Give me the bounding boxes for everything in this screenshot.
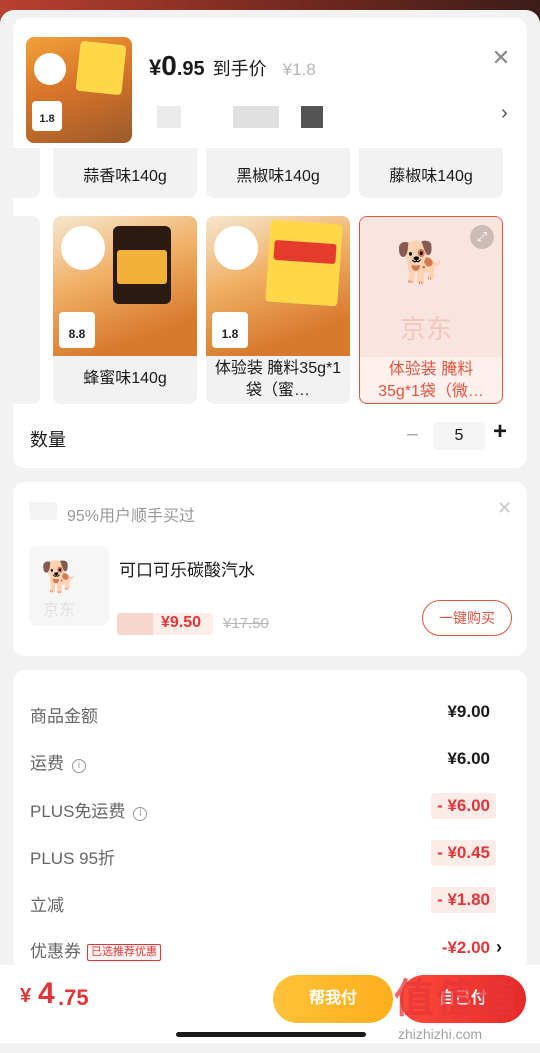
variant-image: 1.8 (206, 216, 350, 356)
final-price-label: 到手价 (212, 59, 267, 79)
summary-row: PLUS免运费 i - ¥6.00 (30, 793, 510, 823)
product-card: 蒜香味140g 黑椒味140g 藤椒味140g 1.8 ¥ 0 .95 到手价 … (13, 18, 527, 468)
summary-label: 运费 i (30, 749, 86, 774)
chevron-right-icon[interactable]: › (501, 102, 508, 125)
mascot-image (61, 226, 105, 270)
pay-myself-button[interactable]: 自己付 (400, 975, 526, 1023)
thumb-price-tag: 1.8 (32, 101, 62, 131)
variant-label: 体验装 腌料35g*1袋（蜜… (214, 360, 342, 399)
variant-tile-trial-honey[interactable]: 1.8 体验装 腌料35g*1袋（蜜… (206, 216, 350, 404)
expand-icon[interactable]: ⤢ (470, 225, 494, 249)
quantity-plus-button[interactable]: + (493, 418, 507, 446)
jd-dog-logo-icon: 🐕 (41, 561, 79, 594)
product-package (75, 40, 127, 96)
total-integer: 4 (38, 977, 55, 1010)
variant-label: 藤椒味140g (389, 168, 473, 185)
summary-row: PLUS 95折 - ¥0.45 (30, 840, 510, 870)
variant-tile-partial[interactable] (13, 216, 40, 404)
variant-label: 体验装 腌料35g*1袋（微… (378, 361, 484, 400)
blurred-block (233, 106, 279, 128)
upsell-item-name[interactable]: 可口可乐碳酸汽水 (119, 556, 255, 581)
variant-label: 黑椒味140g (236, 168, 320, 185)
price-summary-card: 商品金额 ¥9.00 运费 i ¥6.00 PLUS免运费 i - ¥6.00 PL… (13, 670, 527, 970)
summary-discount-value: - ¥0.45 (431, 840, 496, 866)
price-decimal: .95 (176, 58, 205, 80)
upsell-card: 95%用户顺手买过 ✕ 🐕 京东 可口可乐碳酸汽水 ¥9.50 ¥17.50 一… (13, 482, 527, 656)
variant-label: 蒜香味140g (83, 168, 167, 185)
info-icon[interactable]: i (72, 759, 86, 773)
close-icon[interactable]: ✕ (497, 498, 512, 519)
info-icon[interactable]: i (133, 807, 148, 821)
total-decimal: .75 (58, 985, 89, 1010)
quantity-minus-button[interactable]: − (406, 422, 419, 448)
variant-label: 蜂蜜味140g (83, 370, 167, 387)
price-integer: 0 (161, 50, 177, 81)
upsell-tag-blurred (29, 502, 57, 520)
home-indicator (176, 1032, 366, 1037)
variant-tile-trial-mild[interactable]: 🐕 京东 ⤢ 体验装 腌料35g*1袋（微… (359, 216, 503, 404)
close-icon[interactable]: ✕ (489, 46, 513, 70)
purchase-sheet: 蒜香味140g 黑椒味140g 藤椒味140g 1.8 ¥ 0 .95 到手价 … (0, 10, 540, 1053)
summary-label: 商品金额 (30, 707, 98, 726)
upsell-original-price: ¥17.50 (223, 615, 269, 632)
blurred-block (117, 613, 153, 635)
summary-row: 立减 - ¥1.80 (30, 887, 510, 917)
price-row: ¥ 0 .95 到手价 ¥1.8 (149, 50, 316, 82)
coupon-value: -¥2.00 › (442, 937, 502, 958)
coupon-badge: 已选推荐优惠 (87, 944, 161, 961)
summary-label: 立减 (30, 896, 64, 915)
upsell-thumb-text: 京东 (43, 602, 76, 619)
upsell-price: ¥9.50 (161, 614, 202, 631)
price-currency: ¥ (149, 55, 162, 80)
quantity-input[interactable]: 5 (433, 422, 485, 450)
coupon-row[interactable]: 优惠券 已选推荐优惠 -¥2.00 › (30, 937, 510, 963)
price-badge: 8.8 (59, 312, 95, 348)
blurred-block (301, 106, 323, 128)
product-header: 1.8 ¥ 0 .95 到手价 ¥1.8 ✕ › (13, 18, 527, 148)
variant-tile-honey[interactable]: 8.8 蜂蜜味140g (53, 216, 197, 404)
price-badge: 1.8 (212, 312, 248, 348)
summary-label: 优惠券 已选推荐优惠 (30, 937, 161, 962)
summary-value: ¥9.00 (447, 702, 490, 721)
mascot-image (214, 226, 258, 270)
summary-row: 运费 i ¥6.00 (30, 749, 510, 775)
summary-discount-value: - ¥1.80 (431, 887, 496, 913)
upsell-price-box: ¥9.50 (117, 613, 213, 635)
summary-row: 商品金额 ¥9.00 (30, 702, 510, 728)
blurred-block (157, 106, 181, 128)
summary-label: PLUS免运费 i (30, 797, 148, 822)
summary-value: ¥6.00 (447, 749, 490, 768)
variant-image-placeholder: 🐕 京东 ⤢ (360, 217, 502, 357)
original-price: ¥1.8 (282, 60, 316, 79)
upsell-title: 95%用户顺手买过 (67, 508, 196, 525)
total-currency: ¥ (20, 985, 32, 1007)
one-click-buy-button[interactable]: 一键购买 (422, 600, 512, 636)
upsell-thumbnail[interactable]: 🐕 京东 (29, 546, 109, 626)
shipping-label: 运费 (30, 754, 64, 773)
placeholder-logo-text: 京东 (400, 314, 453, 344)
coupon-label: 优惠券 (30, 942, 81, 961)
package-label (273, 239, 337, 265)
variant-image: 8.8 (53, 216, 197, 356)
help-me-pay-button[interactable]: 帮我付 (273, 975, 393, 1023)
jar-label (117, 250, 167, 284)
selected-spec-blurred (153, 106, 353, 130)
quantity-label: 数量 (30, 430, 66, 450)
product-thumbnail: 1.8 (26, 37, 132, 143)
mascot-image (34, 53, 66, 85)
summary-discount-value: - ¥6.00 (431, 793, 496, 819)
jd-dog-logo-icon: 🐕 (396, 241, 446, 285)
coupon-amount: -¥2.00 (441, 938, 490, 957)
plus-free-shipping-label: PLUS免运费 (30, 802, 126, 821)
chevron-right-icon: › (496, 937, 502, 957)
summary-label: PLUS 95折 (30, 849, 116, 868)
